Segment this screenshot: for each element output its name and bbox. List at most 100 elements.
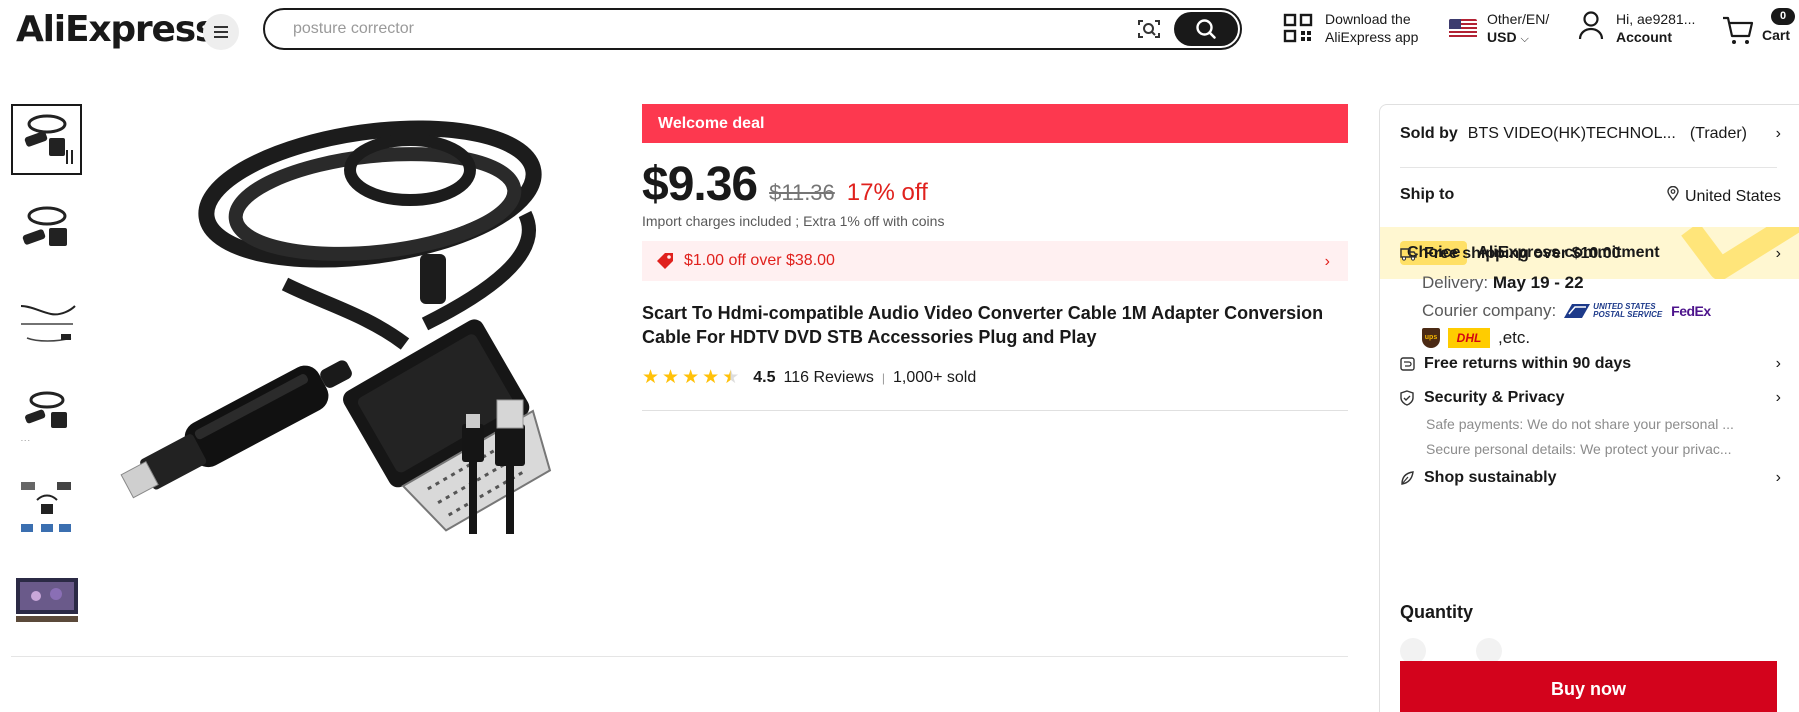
sold-by-label: Sold by [1400, 125, 1458, 142]
coupon-text: $1.00 off over $38.00 [684, 252, 835, 269]
cart-button[interactable]: 0 Cart [1722, 8, 1795, 48]
buy-now-button[interactable]: Buy now [1400, 661, 1777, 712]
coupon-bar[interactable]: $1.00 off over $38.00 › [642, 241, 1348, 281]
safe-payments-text: Safe payments: We do not share your pers… [1426, 416, 1734, 432]
chevron-right-icon: › [1324, 253, 1330, 270]
purchase-panel: Sold by BTS VIDEO(HK)TECHNOL... (Trader)… [1379, 104, 1799, 712]
account-label: Account [1616, 29, 1672, 45]
aliexpress-logo[interactable]: AliExpress [16, 9, 216, 50]
chevron-right-icon: › [1775, 125, 1781, 142]
current-price: $9.36 [642, 158, 758, 211]
dhl-logo: DHL [1448, 328, 1490, 348]
delivery-label: Delivery: [1422, 273, 1489, 292]
return-box-icon [1400, 355, 1418, 373]
seller-name[interactable]: BTS VIDEO(HK)TECHNOL... [1468, 125, 1676, 143]
thumbnail-6[interactable] [11, 564, 82, 635]
free-returns-row[interactable]: Free returns within 90 days › [1400, 355, 1781, 373]
fedex-logo: FedEx [1671, 303, 1711, 319]
delivery-date: May 19 - 22 [1492, 273, 1584, 292]
hamburger-icon [214, 31, 228, 33]
original-price: $11.36 [769, 180, 835, 205]
svg-text:- - -: - - - [21, 438, 30, 444]
rating-stars: ★ ★ ★ ★ ★ [642, 368, 739, 387]
thumbnail-3[interactable] [11, 288, 82, 359]
thumbnail-2[interactable] [11, 196, 82, 267]
sold-count: 1,000+ sold [893, 368, 977, 386]
chevron-right-icon: › [1775, 245, 1781, 262]
ship-to-row[interactable]: Ship to United States [1400, 185, 1781, 206]
thumbnail-list: - - - [11, 104, 84, 656]
security-privacy-row[interactable]: Security & Privacy › [1400, 389, 1781, 407]
chevron-down-icon: ⌵ [1520, 33, 1529, 45]
location-pin-icon [1667, 185, 1679, 202]
courier-label: Courier company: [1422, 301, 1557, 320]
courier-row: Courier company: UNITED STATES POSTAL SE… [1422, 301, 1711, 321]
region-language: Other/EN/ [1487, 11, 1550, 27]
welcome-deal-banner: Welcome deal [642, 104, 1348, 143]
thumbnail-1[interactable] [11, 104, 82, 175]
seller-type: (Trader) [1689, 125, 1747, 142]
search-icon [1196, 19, 1216, 39]
ship-to-value: United States [1684, 188, 1781, 205]
qr-code-icon [1283, 13, 1313, 43]
section-divider [11, 656, 1348, 657]
product-main-image[interactable] [105, 104, 625, 616]
rating-score: 4.5 [753, 368, 776, 386]
star-icon: ★ [682, 367, 700, 388]
shop-sustainably-row[interactable]: Shop sustainably › [1400, 469, 1781, 487]
courier-row-2: ups DHL ,etc. [1422, 328, 1530, 348]
search-button[interactable] [1174, 12, 1238, 46]
sold-by-row[interactable]: Sold by BTS VIDEO(HK)TECHNOL... (Trader)… [1400, 125, 1781, 143]
search-input[interactable] [293, 18, 1073, 40]
cable-thumbnail-image [24, 114, 73, 164]
cart-icon [1723, 16, 1754, 44]
ship-to-label: Ship to [1400, 186, 1455, 203]
chevron-right-icon: › [1775, 469, 1781, 486]
truck-icon [1400, 245, 1418, 263]
region-selector[interactable]: Other/EN/ USD ⌵ [1449, 10, 1549, 48]
ups-logo: ups [1422, 328, 1440, 348]
cable-thumbnail-image: - - - [21, 391, 67, 444]
user-icon [1578, 11, 1604, 40]
top-header: AliExpress Download the AliExpress app [0, 0, 1799, 58]
cable-thumbnail-image [22, 206, 67, 246]
cable-thumbnail-image [20, 304, 76, 342]
chevron-right-icon: › [1775, 389, 1781, 406]
image-search-icon[interactable] [1137, 18, 1161, 40]
diagram-thumbnail-image [20, 481, 71, 532]
free-returns-text: Free returns within 90 days [1424, 355, 1632, 372]
region-currency: USD [1487, 29, 1517, 45]
account-greeting: Hi, ae9281... [1616, 11, 1696, 27]
tax-note: Import charges included ; Extra 1% off w… [642, 213, 945, 229]
leaf-icon [1400, 469, 1418, 487]
cart-count-badge: 0 [1771, 8, 1795, 25]
ship-to-destination[interactable]: United States [1667, 185, 1781, 206]
thumbnail-4[interactable]: - - - [11, 380, 82, 451]
search-bar [263, 8, 1242, 50]
discount-percent: 17% off [846, 179, 928, 206]
cart-label: Cart [1762, 27, 1791, 43]
panel-divider [1400, 167, 1777, 168]
half-star-icon: ★ [722, 367, 740, 388]
secure-details-text: Secure personal details: We protect your… [1426, 441, 1732, 457]
free-shipping-row[interactable]: Free shipping over $10.00 › [1400, 245, 1781, 263]
app-download-line1: Download the [1325, 11, 1411, 27]
shield-icon [1400, 389, 1418, 407]
tv-thumbnail-image [15, 577, 78, 622]
rating-row[interactable]: ★ ★ ★ ★ ★ 4.5 116 Reviews | 1,000+ sold [642, 368, 976, 387]
chevron-right-icon: › [1775, 355, 1781, 372]
thumbnail-5[interactable] [11, 472, 82, 543]
star-icon: ★ [702, 367, 720, 388]
reviews-count[interactable]: 116 Reviews [783, 369, 873, 387]
shop-sustainably-text: Shop sustainably [1424, 469, 1557, 486]
product-title: Scart To Hdmi-compatible Audio Video Con… [642, 303, 1324, 347]
price-row: $9.36 $11.36 17% off [642, 157, 928, 212]
usps-logo: UNITED STATES POSTAL SERVICE [1564, 303, 1663, 319]
menu-button[interactable] [203, 14, 239, 50]
free-shipping-text: Free shipping over $10.00 [1424, 245, 1621, 262]
us-flag-icon [1449, 19, 1477, 39]
quantity-label: Quantity [1400, 602, 1474, 622]
app-download[interactable]: Download the AliExpress app [1283, 10, 1418, 46]
account-menu[interactable]: Hi, ae9281... Account [1578, 10, 1695, 46]
separator: | [881, 370, 886, 385]
